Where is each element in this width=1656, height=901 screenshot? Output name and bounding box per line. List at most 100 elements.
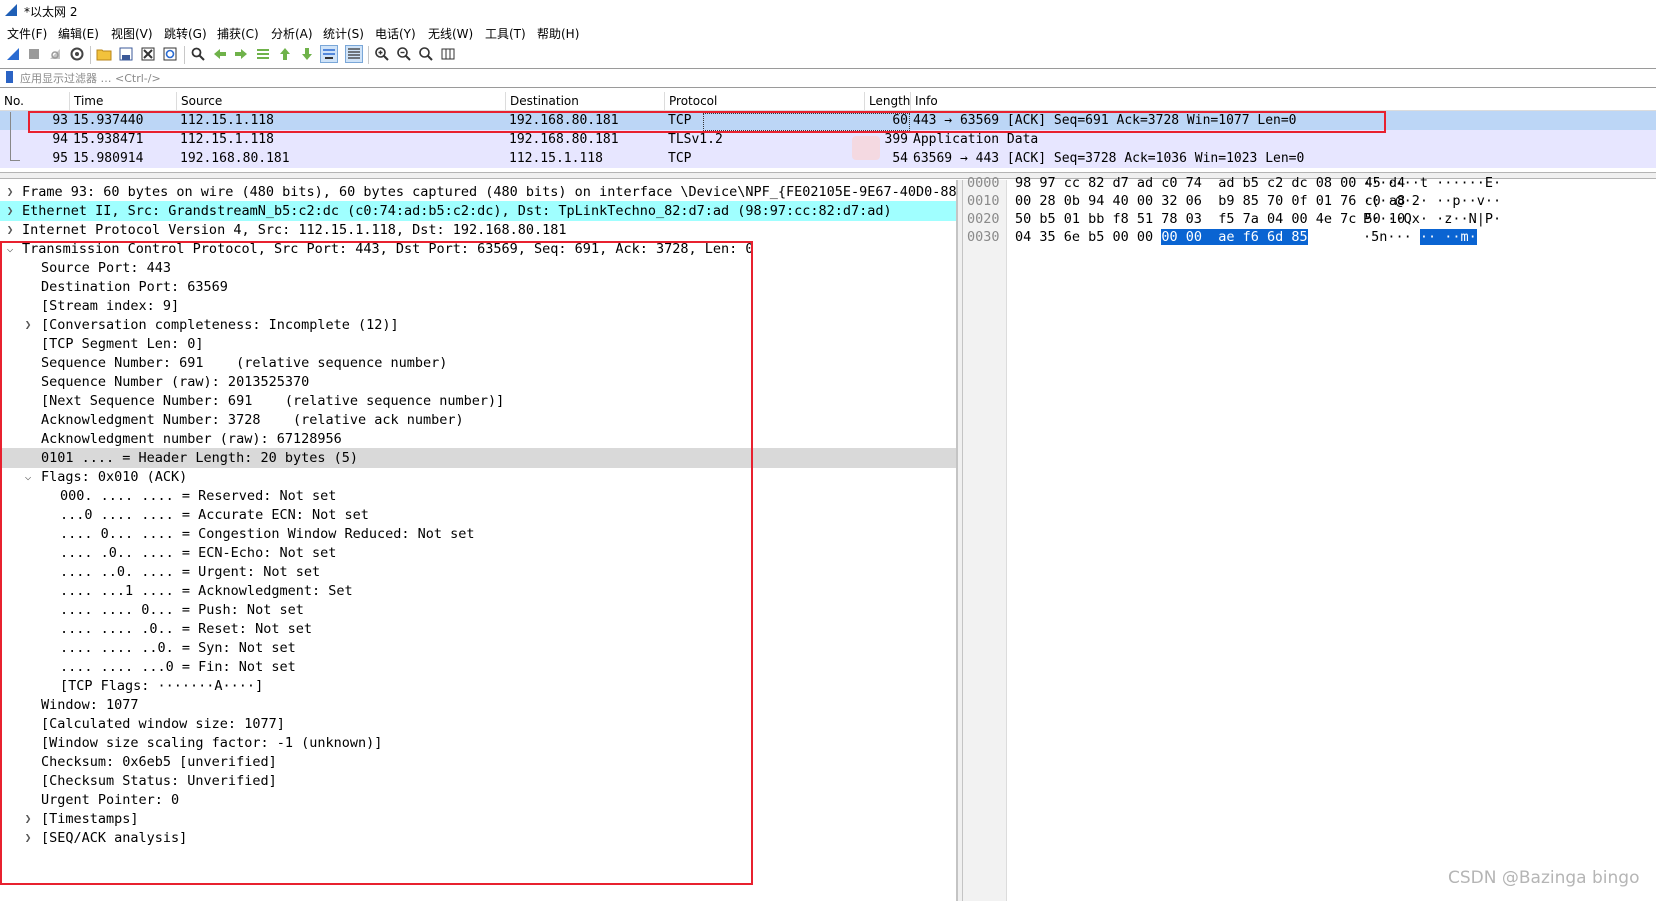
zoom-normal-icon[interactable] [418, 46, 434, 62]
column-protocol[interactable]: Protocol [665, 92, 865, 110]
stop-icon[interactable] [26, 46, 42, 62]
find-icon[interactable] [190, 46, 206, 62]
menu-go[interactable]: 跳转(G) [164, 25, 207, 42]
detail-window-scaling[interactable]: [Window size scaling factor: -1 (unknown… [0, 733, 956, 753]
packet-destination: 192.168.80.181 [509, 132, 619, 147]
column-source[interactable]: Source [177, 92, 506, 110]
byte-hex[interactable]: 98 97 cc 82 d7 ad c0 74 ad b5 c2 dc 08 0… [1015, 174, 1405, 192]
go-to-packet-icon[interactable] [255, 46, 271, 62]
detail-tcp[interactable]: ⌵ Transmission Control Protocol, Src Port… [0, 239, 956, 259]
packet-row[interactable]: 94 15.938471 112.15.1.118 192.168.80.181… [0, 130, 1656, 149]
detail-flag-ecn-echo[interactable]: .... .0.. .... = ECN-Echo: Not set [0, 543, 956, 563]
detail-checksum[interactable]: Checksum: 0x6eb5 [unverified] [0, 752, 956, 772]
column-length[interactable]: Length [865, 92, 911, 110]
column-destination[interactable]: Destination [506, 92, 665, 110]
shark-fin-start-icon[interactable] [5, 46, 21, 62]
options-gear-icon[interactable] [69, 46, 85, 62]
menu-tools[interactable]: 工具(T) [485, 25, 526, 42]
resize-columns-icon[interactable] [440, 46, 456, 62]
detail-window[interactable]: Window: 1077 [0, 695, 956, 715]
display-filter-input[interactable] [20, 70, 1640, 86]
detail-seq-ack-analysis[interactable]: ❯ [SEQ/ACK analysis] [0, 828, 956, 848]
detail-ack-number[interactable]: Acknowledgment Number: 3728 (relative ac… [0, 410, 956, 430]
detail-frame[interactable]: ❯ Frame 93: 60 bytes on wire (480 bits), … [0, 182, 956, 202]
detail-flag-push[interactable]: .... .... 0... = Push: Not set [0, 600, 956, 620]
menu-analyze[interactable]: 分析(A) [271, 25, 313, 42]
packet-row[interactable]: 95 15.980914 192.168.80.181 112.15.1.118… [0, 149, 1656, 168]
detail-destination-port[interactable]: Destination Port: 63569 [0, 277, 956, 297]
detail-flag-syn[interactable]: .... .... ..0. = Syn: Not set [0, 638, 956, 658]
column-time[interactable]: Time [70, 92, 177, 110]
detail-flag-cwr[interactable]: .... 0... .... = Congestion Window Reduc… [0, 524, 956, 544]
detail-flag-fin[interactable]: .... .... ...0 = Fin: Not set [0, 657, 956, 677]
detail-header-length[interactable]: 0101 .... = Header Length: 20 bytes (5) [0, 448, 956, 468]
column-info[interactable]: Info [911, 92, 1656, 110]
packet-details-pane: ❯ Frame 93: 60 bytes on wire (480 bits), … [0, 180, 957, 901]
detail-next-seq[interactable]: [Next Sequence Number: 691 (relative seq… [0, 391, 956, 411]
detail-ack-raw[interactable]: Acknowledgment number (raw): 67128956 [0, 429, 956, 449]
column-no[interactable]: No. [0, 92, 70, 110]
packet-source: 112.15.1.118 [180, 132, 274, 147]
menu-edit[interactable]: 编辑(E) [58, 25, 99, 42]
autoscroll-icon[interactable] [320, 45, 338, 63]
byte-offset: 0030 [967, 229, 1000, 245]
menu-telephony[interactable]: 电话(Y) [375, 25, 416, 42]
detail-stream-index[interactable]: [Stream index: 9] [0, 296, 956, 316]
colorize-icon[interactable] [345, 45, 363, 63]
menu-capture[interactable]: 捕获(C) [217, 25, 259, 42]
menu-help[interactable]: 帮助(H) [537, 25, 579, 42]
bookmark-icon[interactable] [6, 71, 13, 83]
go-last-icon[interactable] [299, 46, 315, 62]
detail-flag-accurate-ecn[interactable]: ...0 .... .... = Accurate ECN: Not set [0, 505, 956, 525]
close-file-icon[interactable] [140, 46, 156, 62]
byte-hex[interactable]: 00 28 0b 94 40 00 32 06 b9 85 70 0f 01 7… [1015, 192, 1405, 210]
detail-segment-len[interactable]: [TCP Segment Len: 0] [0, 334, 956, 354]
byte-hex[interactable]: 50 b5 01 bb f8 51 78 03 f5 7a 04 00 4e 7… [1015, 210, 1405, 228]
open-folder-icon[interactable] [96, 46, 112, 62]
detail-flags[interactable]: ⌵ Flags: 0x010 (ACK) [0, 467, 956, 487]
menu-statistics[interactable]: 统计(S) [323, 25, 364, 42]
byte-selection: 00 00 ae f6 6d 85 [1161, 229, 1308, 245]
detail-flag-ack[interactable]: .... ...1 .... = Acknowledgment: Set [0, 581, 956, 601]
detail-timestamps[interactable]: ❯ [Timestamps] [0, 809, 956, 829]
detail-seq-raw[interactable]: Sequence Number (raw): 2013525370 [0, 372, 956, 392]
detail-source-port[interactable]: Source Port: 443 [0, 258, 956, 278]
menu-wireless[interactable]: 无线(W) [428, 25, 473, 42]
packet-row[interactable]: 93 15.937440 112.15.1.118 192.168.80.181… [0, 111, 1656, 130]
packet-protocol: TLSv1.2 [668, 132, 723, 147]
menu-file[interactable]: 文件(F) [7, 25, 47, 42]
detail-calculated-window[interactable]: [Calculated window size: 1077] [0, 714, 956, 734]
restart-icon[interactable] [47, 46, 63, 62]
detail-checksum-status[interactable]: [Checksum Status: Unverified] [0, 771, 956, 791]
go-forward-icon[interactable] [233, 46, 249, 62]
byte-offset: 0000 [967, 175, 1000, 191]
detail-tcp-flags-summary[interactable]: [TCP Flags: ·······A····] [0, 676, 956, 696]
packet-destination: 192.168.80.181 [509, 113, 619, 128]
byte-ascii[interactable]: ·······t ······E· [1363, 174, 1501, 192]
packet-time: 15.937440 [73, 113, 144, 128]
go-back-icon[interactable] [212, 46, 228, 62]
detail-ethernet[interactable]: ❯ Ethernet II, Src: GrandstreamN_b5:c2:dc… [0, 201, 956, 221]
byte-ascii[interactable]: ·(··@·2· ··p··v·· [1363, 192, 1501, 210]
packet-time: 15.980914 [73, 151, 144, 166]
save-file-icon[interactable] [118, 46, 134, 62]
byte-hex[interactable]: 04 35 6e b5 00 00 00 00 ae f6 6d 85 [1015, 228, 1308, 246]
menu-view[interactable]: 视图(V) [111, 25, 153, 42]
display-filter-bar [0, 68, 1656, 88]
detail-flag-urgent[interactable]: .... ..0. .... = Urgent: Not set [0, 562, 956, 582]
detail-seq-number[interactable]: Sequence Number: 691 (relative sequence … [0, 353, 956, 373]
zoom-out-icon[interactable] [396, 46, 412, 62]
byte-ascii[interactable]: P····Qx· ·z··N|P· [1363, 210, 1501, 228]
detail-conversation-completeness[interactable]: ❯ [Conversation completeness: Incomplete … [0, 315, 956, 335]
detail-flag-reserved[interactable]: 000. .... .... = Reserved: Not set [0, 486, 956, 506]
reload-icon[interactable] [162, 46, 178, 62]
byte-ascii[interactable]: ·5n··· ·· ··m· [1363, 228, 1477, 246]
detail-ipv4[interactable]: ❯ Internet Protocol Version 4, Src: 112.1… [0, 220, 956, 240]
main-toolbar [0, 43, 1656, 67]
packet-source: 192.168.80.181 [180, 151, 290, 166]
go-first-icon[interactable] [277, 46, 293, 62]
zoom-in-icon[interactable] [374, 46, 390, 62]
detail-flag-reset[interactable]: .... .... .0.. = Reset: Not set [0, 619, 956, 639]
detail-urgent-pointer[interactable]: Urgent Pointer: 0 [0, 790, 956, 810]
packet-no: 94 [52, 132, 68, 147]
